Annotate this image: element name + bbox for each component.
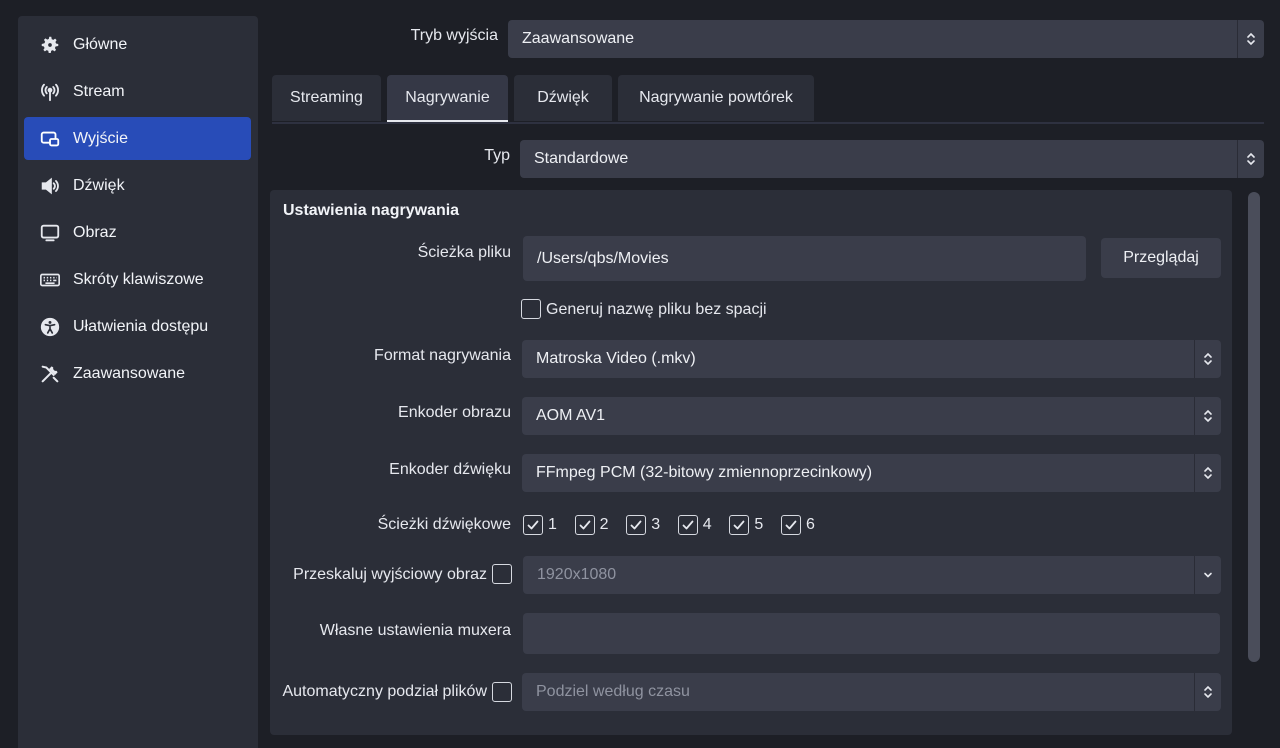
tab-label: Nagrywanie powtórek <box>639 89 793 106</box>
audio-encoder-select[interactable]: FFmpeg PCM (32-bitowy zmiennoprzecinkowy… <box>522 454 1221 492</box>
audio-track-label: 3 <box>651 516 661 533</box>
antenna-icon <box>38 80 62 104</box>
output-mode-select[interactable]: Zaawansowane <box>508 20 1264 58</box>
sidebar-item-output[interactable]: Wyjście <box>24 117 251 160</box>
sidebar-item-hotkeys[interactable]: Skróty klawiszowe <box>24 258 251 301</box>
audio-track-checkbox[interactable] <box>626 515 647 535</box>
tab-audio[interactable]: Dźwięk <box>514 75 612 121</box>
browse-button[interactable]: Przeglądaj <box>1101 238 1221 278</box>
sidebar-item-label: Wyjście <box>73 129 128 147</box>
muxer-label: Własne ustawienia muxera <box>319 622 511 639</box>
rescale-label: Przeskaluj wyjściowy obraz <box>293 566 487 583</box>
chevron-updown-icon <box>1194 340 1221 378</box>
type-value: Standardowe <box>534 150 629 167</box>
sidebar-item-general[interactable]: Główne <box>24 23 251 66</box>
speaker-icon <box>38 174 62 198</box>
audio-track-checkbox[interactable] <box>781 515 801 535</box>
split-label: Automatyczny podział plików <box>282 683 487 700</box>
tab-replay-buffer[interactable]: Nagrywanie powtórek <box>618 75 814 121</box>
audio-track-label: 6 <box>806 516 815 533</box>
type-label: Typ <box>484 147 510 164</box>
sidebar-item-label: Obraz <box>73 223 117 241</box>
muxer-input[interactable] <box>523 613 1220 654</box>
sidebar-item-stream[interactable]: Stream <box>24 70 251 113</box>
path-input[interactable]: /Users/qbs/Movies <box>523 236 1086 281</box>
sidebar-item-label: Zaawansowane <box>73 364 186 382</box>
audio-track-checkbox[interactable] <box>677 515 698 535</box>
audio-encoder-value: FFmpeg PCM (32-bitowy zmiennoprzecinkowy… <box>536 464 873 481</box>
sidebar-item-label: Ułatwienia dostępu <box>73 317 209 335</box>
tab-label: Nagrywanie <box>405 88 490 106</box>
rescale-value: 1920x1080 <box>537 566 617 583</box>
output-mode-value: Zaawansowane <box>522 30 635 47</box>
split-checkbox[interactable] <box>492 682 512 702</box>
sidebar-item-video[interactable]: Obraz <box>24 211 251 254</box>
sidebar-item-advanced[interactable]: Zaawansowane <box>24 352 251 395</box>
path-label: Ścieżka pliku <box>417 244 511 261</box>
gear-icon <box>38 33 62 57</box>
type-select[interactable]: Standardowe <box>520 140 1264 178</box>
chevron-updown-icon <box>1237 20 1264 58</box>
tab-streaming[interactable]: Streaming <box>272 75 381 121</box>
audio-encoder-label: Enkoder dźwięku <box>389 461 511 478</box>
chevron-updown-icon <box>1194 673 1221 711</box>
rescale-select[interactable]: 1920x1080 <box>523 556 1221 594</box>
panel-title: Ustawienia nagrywania <box>283 202 460 219</box>
audio-track-label: 4 <box>702 516 712 533</box>
audio-track-label: 1 <box>548 516 557 533</box>
tab-label: Dźwięk <box>537 89 589 106</box>
tools-icon <box>38 362 62 386</box>
chevron-down-icon <box>1194 556 1221 594</box>
no-space-filename-checkbox[interactable] <box>521 299 541 319</box>
sidebar-item-label: Stream <box>73 82 125 100</box>
chevron-updown-icon <box>1194 454 1221 492</box>
video-encoder-select[interactable]: AOM AV1 <box>522 397 1221 435</box>
audio-track-checkbox[interactable] <box>729 515 750 535</box>
format-select[interactable]: Matroska Video (.mkv) <box>522 340 1221 378</box>
sidebar-item-label: Główne <box>73 35 128 53</box>
tab-divider <box>272 122 1264 124</box>
audio-track-checkbox[interactable] <box>574 515 595 535</box>
scrollbar[interactable] <box>1248 192 1260 662</box>
sidebar-item-label: Dźwięk <box>73 176 125 194</box>
format-value: Matroska Video (.mkv) <box>536 350 696 367</box>
video-encoder-value: AOM AV1 <box>536 407 606 424</box>
audio-track-checkbox[interactable] <box>523 515 543 535</box>
no-space-filename-label: Generuj nazwę pliku bez spacji <box>546 301 767 318</box>
audio-track-label: 5 <box>754 516 764 533</box>
tab-recording[interactable]: Nagrywanie <box>387 75 508 122</box>
monitor-icon <box>38 221 62 245</box>
split-value: Podziel według czasu <box>536 683 690 700</box>
sidebar-item-accessibility[interactable]: Ułatwienia dostępu <box>24 305 251 348</box>
audio-tracks-label: Ścieżki dźwiękowe <box>377 516 511 533</box>
path-value: /Users/qbs/Movies <box>537 249 669 267</box>
output-icon <box>38 127 62 151</box>
audio-track-label: 2 <box>599 516 609 533</box>
tab-label: Streaming <box>290 89 363 106</box>
format-label: Format nagrywania <box>374 347 511 364</box>
chevron-updown-icon <box>1194 397 1221 435</box>
sidebar-item-label: Skróty klawiszowe <box>73 270 204 288</box>
split-select[interactable]: Podziel według czasu <box>522 673 1221 711</box>
chevron-updown-icon <box>1237 140 1264 178</box>
accessibility-icon <box>38 315 62 339</box>
video-encoder-label: Enkoder obrazu <box>398 404 511 421</box>
keyboard-icon <box>38 268 62 292</box>
sidebar-item-audio[interactable]: Dźwięk <box>24 164 251 207</box>
output-mode-label: Tryb wyjścia <box>410 27 498 44</box>
rescale-checkbox[interactable] <box>492 564 512 584</box>
